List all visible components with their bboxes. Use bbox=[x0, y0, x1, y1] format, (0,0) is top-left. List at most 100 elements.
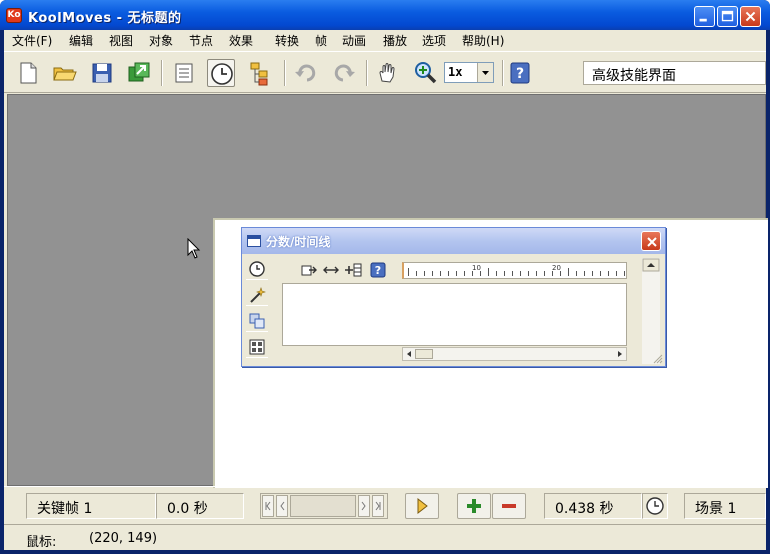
menu-transform[interactable]: 转换 bbox=[275, 32, 299, 49]
add-frame-button[interactable] bbox=[457, 493, 491, 519]
ruler-tick bbox=[544, 271, 545, 276]
stretch-arrows-icon[interactable] bbox=[322, 261, 340, 279]
maximize-button[interactable] bbox=[717, 6, 738, 27]
scroll-thumb[interactable] bbox=[415, 349, 433, 359]
clock-icon[interactable] bbox=[207, 59, 235, 87]
export-icon[interactable] bbox=[125, 59, 153, 87]
close-button[interactable] bbox=[740, 6, 761, 27]
list-icon[interactable] bbox=[170, 59, 198, 87]
help-icon[interactable]: ? bbox=[506, 59, 534, 87]
duration-field: 0.438 秒 bbox=[544, 493, 642, 519]
insert-frame-icon[interactable] bbox=[299, 261, 317, 279]
delete-frame-button[interactable] bbox=[492, 493, 526, 519]
interface-mode-label: 高级技能界面 bbox=[592, 68, 676, 84]
slider-track-body[interactable] bbox=[290, 495, 356, 517]
scroll-right-icon[interactable] bbox=[615, 349, 625, 359]
interface-mode-field[interactable]: 高级技能界面 bbox=[583, 61, 766, 85]
toolbar-separator bbox=[161, 60, 163, 86]
zoom-select[interactable]: 1x bbox=[444, 62, 494, 83]
timeline-clock-icon[interactable] bbox=[246, 258, 268, 280]
menu-edit[interactable]: 编辑 bbox=[69, 32, 93, 49]
slider-end-button[interactable] bbox=[372, 495, 384, 517]
scroll-left-icon[interactable] bbox=[404, 349, 414, 359]
tree-icon[interactable] bbox=[246, 59, 274, 87]
ruler-tick bbox=[456, 271, 457, 276]
toolbar-separator bbox=[366, 60, 368, 86]
menu-help[interactable]: 帮助(H) bbox=[462, 32, 504, 49]
zoom-magnifier-icon[interactable] bbox=[411, 59, 439, 87]
timeline-side-tools bbox=[246, 258, 268, 362]
app-window: Ko KoolMoves - 无标题的 文件(F) 编辑 视图 对象 节点 效果… bbox=[0, 0, 770, 554]
plus-icon bbox=[467, 499, 481, 513]
app-logo-icon: Ko bbox=[6, 8, 22, 23]
ruler-tick bbox=[440, 271, 441, 276]
slider-forward-button[interactable] bbox=[358, 495, 370, 517]
open-folder-icon[interactable] bbox=[51, 59, 79, 87]
menu-options[interactable]: 选项 bbox=[422, 32, 446, 49]
ruler-tick bbox=[504, 271, 505, 276]
playback-status-bar: 关键帧 1 0.0 秒 0.438 秒 场景 1 bbox=[4, 486, 766, 522]
frame-slider[interactable] bbox=[260, 493, 388, 519]
ruler-tick bbox=[592, 271, 593, 276]
timeline-frames-grid[interactable] bbox=[282, 283, 627, 346]
redo-icon[interactable] bbox=[330, 59, 358, 87]
ruler-tick bbox=[424, 271, 425, 276]
ruler-tick bbox=[472, 271, 473, 276]
ruler-tick bbox=[576, 271, 577, 276]
ruler-tick bbox=[520, 271, 521, 276]
menu-frame[interactable]: 帧 bbox=[315, 32, 327, 49]
clock-icon bbox=[646, 497, 664, 515]
menu-view[interactable]: 视图 bbox=[109, 32, 133, 49]
play-button[interactable] bbox=[405, 493, 439, 519]
grid-select-icon[interactable] bbox=[246, 336, 268, 358]
timeline-help-icon[interactable]: ? bbox=[369, 261, 387, 279]
toolbar-separator bbox=[284, 60, 286, 86]
bottom-status-bar: 鼠标: (220, 149) bbox=[4, 524, 766, 550]
new-file-icon[interactable] bbox=[14, 59, 42, 87]
menu-animation[interactable]: 动画 bbox=[342, 32, 366, 49]
resize-grip-icon[interactable] bbox=[653, 354, 663, 364]
ruler-tick bbox=[528, 271, 529, 276]
keyframe-field: 关键帧 1 bbox=[26, 493, 156, 519]
menu-effects[interactable]: 效果 bbox=[229, 32, 253, 49]
chevron-down-icon[interactable] bbox=[477, 63, 493, 82]
menu-play[interactable]: 播放 bbox=[383, 32, 407, 49]
duration-clock-button[interactable] bbox=[642, 493, 668, 519]
svg-text:?: ? bbox=[516, 66, 524, 82]
frame-ruler[interactable]: 10 20 bbox=[402, 262, 627, 279]
slider-back-button[interactable] bbox=[276, 495, 288, 517]
svg-text:?: ? bbox=[375, 264, 381, 277]
minus-icon bbox=[502, 504, 516, 508]
ruler-tick bbox=[496, 271, 497, 276]
timeline-title-bar[interactable]: 分数/时间线 bbox=[242, 228, 665, 254]
main-toolbar: 1x ? 高级技能界面 bbox=[4, 51, 766, 93]
menu-object[interactable]: 对象 bbox=[149, 32, 173, 49]
layers-icon[interactable] bbox=[246, 310, 268, 332]
slider-start-button[interactable] bbox=[262, 495, 274, 517]
toolbar-separator bbox=[502, 60, 504, 86]
ruler-tick bbox=[464, 271, 465, 276]
ruler-tick bbox=[416, 271, 417, 276]
scene-label: 场景 1 bbox=[695, 501, 737, 517]
timeline-close-button[interactable] bbox=[641, 231, 661, 251]
ruler-tick bbox=[600, 271, 601, 276]
window-title: KoolMoves - 无标题的 bbox=[28, 11, 182, 26]
ruler-tick bbox=[608, 271, 609, 276]
timeline-horizontal-scrollbar[interactable] bbox=[402, 347, 627, 361]
timeline-vertical-scrollbar[interactable] bbox=[642, 258, 660, 364]
ruler-tick bbox=[512, 271, 513, 276]
scene-field[interactable]: 场景 1 bbox=[684, 493, 766, 519]
magic-wand-icon[interactable] bbox=[246, 284, 268, 306]
window-icon bbox=[247, 235, 261, 247]
add-frames-icon[interactable] bbox=[345, 261, 363, 279]
ruler-tick bbox=[584, 271, 585, 276]
menu-node[interactable]: 节点 bbox=[189, 32, 213, 49]
undo-icon[interactable] bbox=[292, 59, 320, 87]
scroll-up-icon[interactable] bbox=[642, 258, 660, 272]
main-client-area: 文件(F) 编辑 视图 对象 节点 效果 转换 帧 动画 播放 选项 帮助(H) bbox=[4, 30, 768, 550]
minimize-button[interactable] bbox=[694, 6, 715, 27]
ruler-tick bbox=[488, 268, 489, 276]
menu-file[interactable]: 文件(F) bbox=[12, 32, 52, 49]
hand-icon[interactable] bbox=[374, 59, 402, 87]
save-disk-icon[interactable] bbox=[88, 59, 116, 87]
